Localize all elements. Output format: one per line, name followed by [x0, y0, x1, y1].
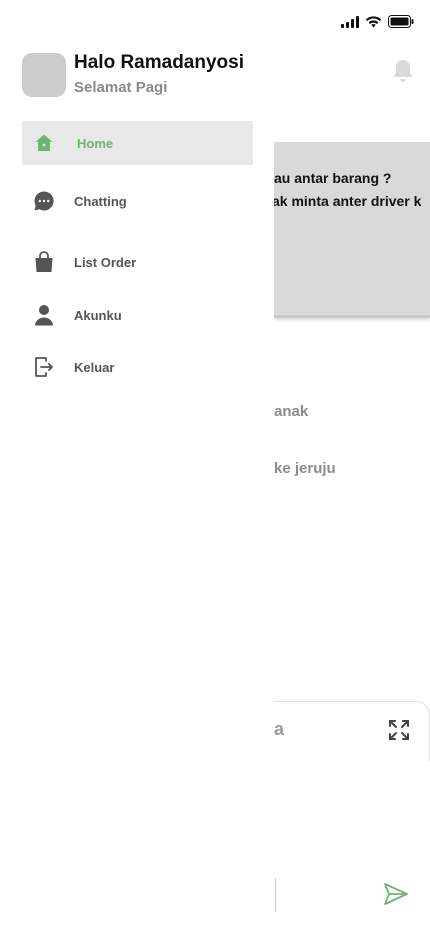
banner-line-1: au antar barang ?	[274, 170, 392, 186]
menu-label-list-order: List Order	[74, 254, 137, 270]
menu-item-list-order[interactable]: List Order	[22, 240, 253, 284]
menu-label-akunku: Akunku	[74, 307, 122, 323]
logout-icon	[32, 355, 56, 379]
bottom-divider	[275, 878, 276, 912]
signal-icon	[341, 15, 359, 28]
menu-item-chatting[interactable]: Chatting	[22, 179, 253, 223]
greeting-subtitle: Selamat Pagi	[74, 79, 168, 96]
shopping-bag-icon	[32, 250, 56, 274]
menu-item-home[interactable]: Home	[22, 121, 253, 165]
navigation-drawer: Halo Ramadanyosi Selamat Pagi Home Chatt…	[0, 0, 274, 932]
menu-item-keluar[interactable]: Keluar	[22, 345, 253, 389]
avatar[interactable]	[22, 53, 66, 97]
expand-icon[interactable]	[387, 718, 411, 742]
promo-banner[interactable]: au antar barang ? ak minta anter driver …	[274, 142, 430, 318]
menu-label-chatting: Chatting	[74, 193, 127, 209]
send-icon[interactable]	[382, 880, 410, 908]
bell-icon[interactable]	[392, 58, 414, 84]
wifi-icon	[365, 15, 382, 27]
home-icon	[32, 131, 56, 155]
background-text-2: ke jeruju	[274, 460, 336, 477]
menu-label-keluar: Keluar	[74, 359, 115, 375]
menu-label-home: Home	[77, 135, 114, 151]
background-text-1: anak	[274, 403, 309, 420]
menu-item-akunku[interactable]: Akunku	[22, 293, 253, 337]
banner-line-2: ak minta anter driver k	[274, 193, 422, 209]
search-fragment: a	[274, 719, 285, 739]
chat-icon	[32, 189, 56, 213]
user-icon	[32, 303, 56, 327]
greeting-title: Halo Ramadanyosi	[74, 52, 244, 73]
battery-icon	[388, 15, 414, 28]
